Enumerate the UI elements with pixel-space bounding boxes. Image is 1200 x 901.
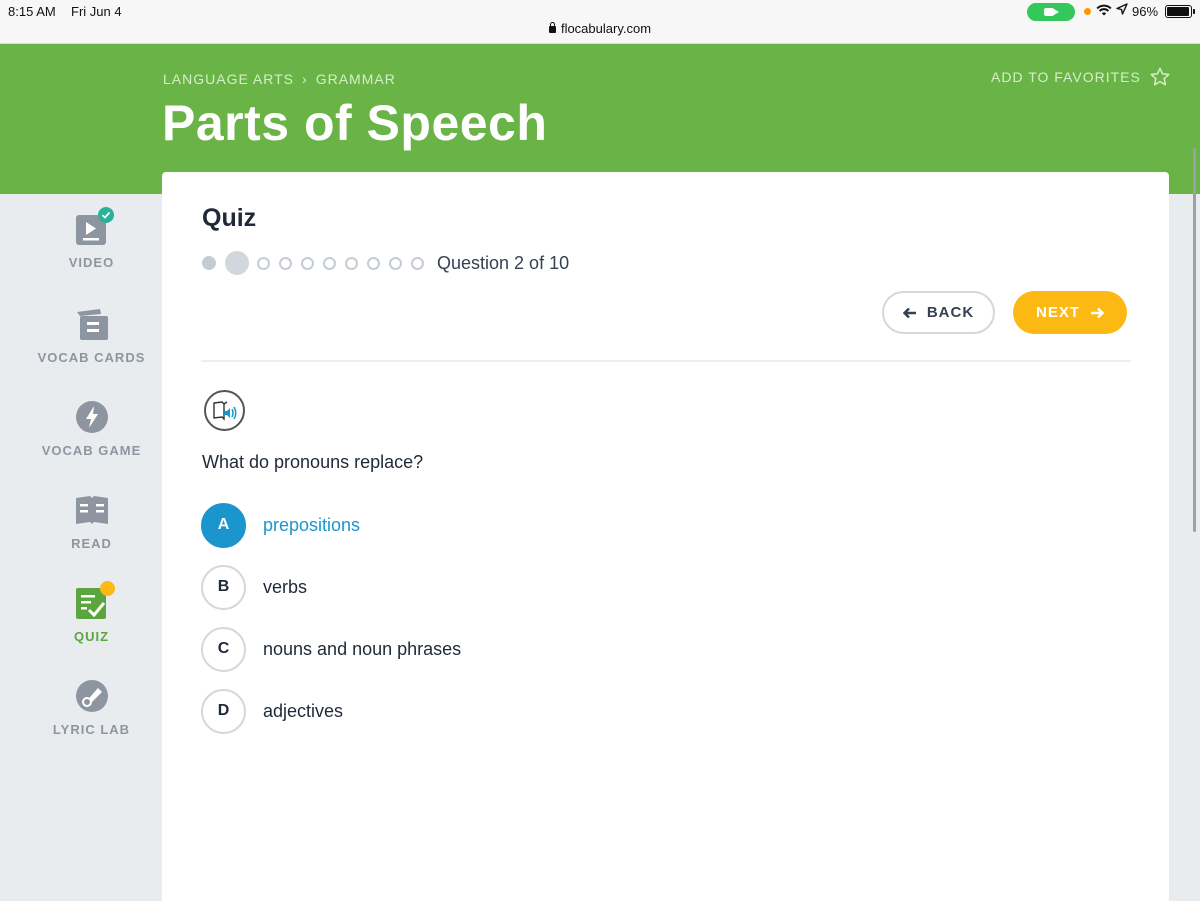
progress-dot	[323, 256, 336, 270]
answer-option-d[interactable]: D adjectives	[201, 688, 343, 734]
sidebar-label: VOCAB GAME	[41, 443, 142, 458]
video-icon	[74, 207, 114, 247]
answer-option-a[interactable]: A prepositions	[201, 502, 360, 548]
progress-dot	[389, 256, 402, 270]
divider	[201, 360, 1131, 362]
sidebar-item-lyric-lab[interactable]: LYRIC LAB	[0, 678, 183, 737]
sidebar-item-vocab-game[interactable]: VOCAB GAME	[0, 399, 183, 458]
question-text: What do pronouns replace?	[202, 452, 424, 472]
breadcrumb-subject[interactable]: LANGUAGE ARTS	[163, 71, 294, 87]
breadcrumb-topic[interactable]: GRAMMAR	[316, 71, 396, 87]
breadcrumb: LANGUAGE ARTS › GRAMMAR	[163, 71, 396, 87]
vocab-cards-icon	[74, 306, 110, 342]
in-progress-badge	[99, 581, 115, 596]
url-text: flocabulary.com	[560, 21, 652, 36]
option-letter: B	[201, 564, 246, 610]
status-bar: 8:15 AM Fri Jun 4 flocabulary.com 96%	[0, 0, 1200, 44]
book-icon	[74, 492, 110, 528]
wifi-icon	[1096, 3, 1112, 20]
option-text: verbs	[263, 576, 308, 597]
progress-dots	[202, 251, 433, 275]
chevron-right-icon: ›	[302, 71, 308, 87]
lyric-lab-icon	[74, 678, 110, 714]
option-letter: C	[201, 626, 246, 672]
sidebar-item-video[interactable]: VIDEO	[0, 207, 183, 270]
quiz-icon	[74, 581, 115, 621]
add-to-favorites-button[interactable]: ADD TO FAVORITES	[991, 66, 1171, 88]
page-title: Parts of Speech	[162, 95, 548, 151]
arrow-right-icon	[1091, 307, 1104, 318]
back-button[interactable]: BACK	[882, 291, 995, 334]
battery-percent: 96%	[1132, 4, 1159, 19]
progress-dot	[257, 256, 270, 270]
quiz-title: Quiz	[202, 204, 257, 232]
progress-dot	[367, 256, 380, 270]
status-time: 8:15 AM	[8, 4, 56, 19]
status-date: Fri Jun 4	[71, 4, 122, 19]
question-progress: Question 2 of 10	[202, 250, 569, 276]
option-text: nouns and noun phrases	[263, 638, 462, 659]
mic-indicator-dot	[1084, 8, 1091, 15]
next-label: NEXT	[1035, 304, 1080, 321]
arrow-left-icon	[902, 307, 916, 318]
battery-icon	[1165, 5, 1195, 18]
scrollbar[interactable]	[1193, 148, 1196, 532]
sidebar-label: LYRIC LAB	[52, 722, 131, 737]
camera-in-use-icon	[1027, 3, 1075, 21]
option-text: adjectives	[263, 700, 344, 721]
read-aloud-button[interactable]	[204, 390, 245, 431]
check-badge-icon	[97, 207, 114, 223]
progress-dot-current	[225, 251, 249, 275]
option-text: prepositions	[263, 514, 361, 535]
sidebar-label: READ	[71, 536, 112, 551]
sidebar-label: VOCAB CARDS	[37, 350, 146, 365]
favorites-label: ADD TO FAVORITES	[991, 69, 1141, 85]
progress-text: Question 2 of 10	[437, 252, 570, 273]
sidebar-item-vocab-cards[interactable]: VOCAB CARDS	[0, 306, 183, 365]
next-button[interactable]: NEXT	[1013, 291, 1127, 334]
location-arrow-icon	[1116, 3, 1128, 18]
progress-dot-done	[202, 256, 216, 270]
quiz-card: Quiz Question 2 of 10 BACK NEXT What do …	[162, 172, 1169, 901]
sidebar-item-read[interactable]: READ	[0, 492, 183, 551]
star-icon	[1150, 67, 1170, 86]
progress-dot	[411, 256, 424, 270]
option-letter: D	[201, 688, 246, 734]
progress-dot	[345, 256, 358, 270]
sidebar-label: VIDEO	[68, 255, 115, 270]
answer-option-c[interactable]: C nouns and noun phrases	[201, 626, 461, 672]
answer-option-b[interactable]: B verbs	[201, 564, 307, 610]
lock-icon	[548, 22, 556, 33]
progress-dot	[279, 256, 292, 270]
lightning-icon	[74, 399, 110, 435]
option-letter: A	[201, 502, 246, 548]
read-aloud-icon	[212, 400, 236, 421]
progress-dot	[301, 256, 314, 270]
url-bar[interactable]: flocabulary.com	[0, 21, 1200, 36]
sidebar-label: QUIZ	[73, 629, 110, 644]
back-label: BACK	[926, 304, 975, 321]
sidebar-item-quiz[interactable]: QUIZ	[0, 581, 183, 644]
